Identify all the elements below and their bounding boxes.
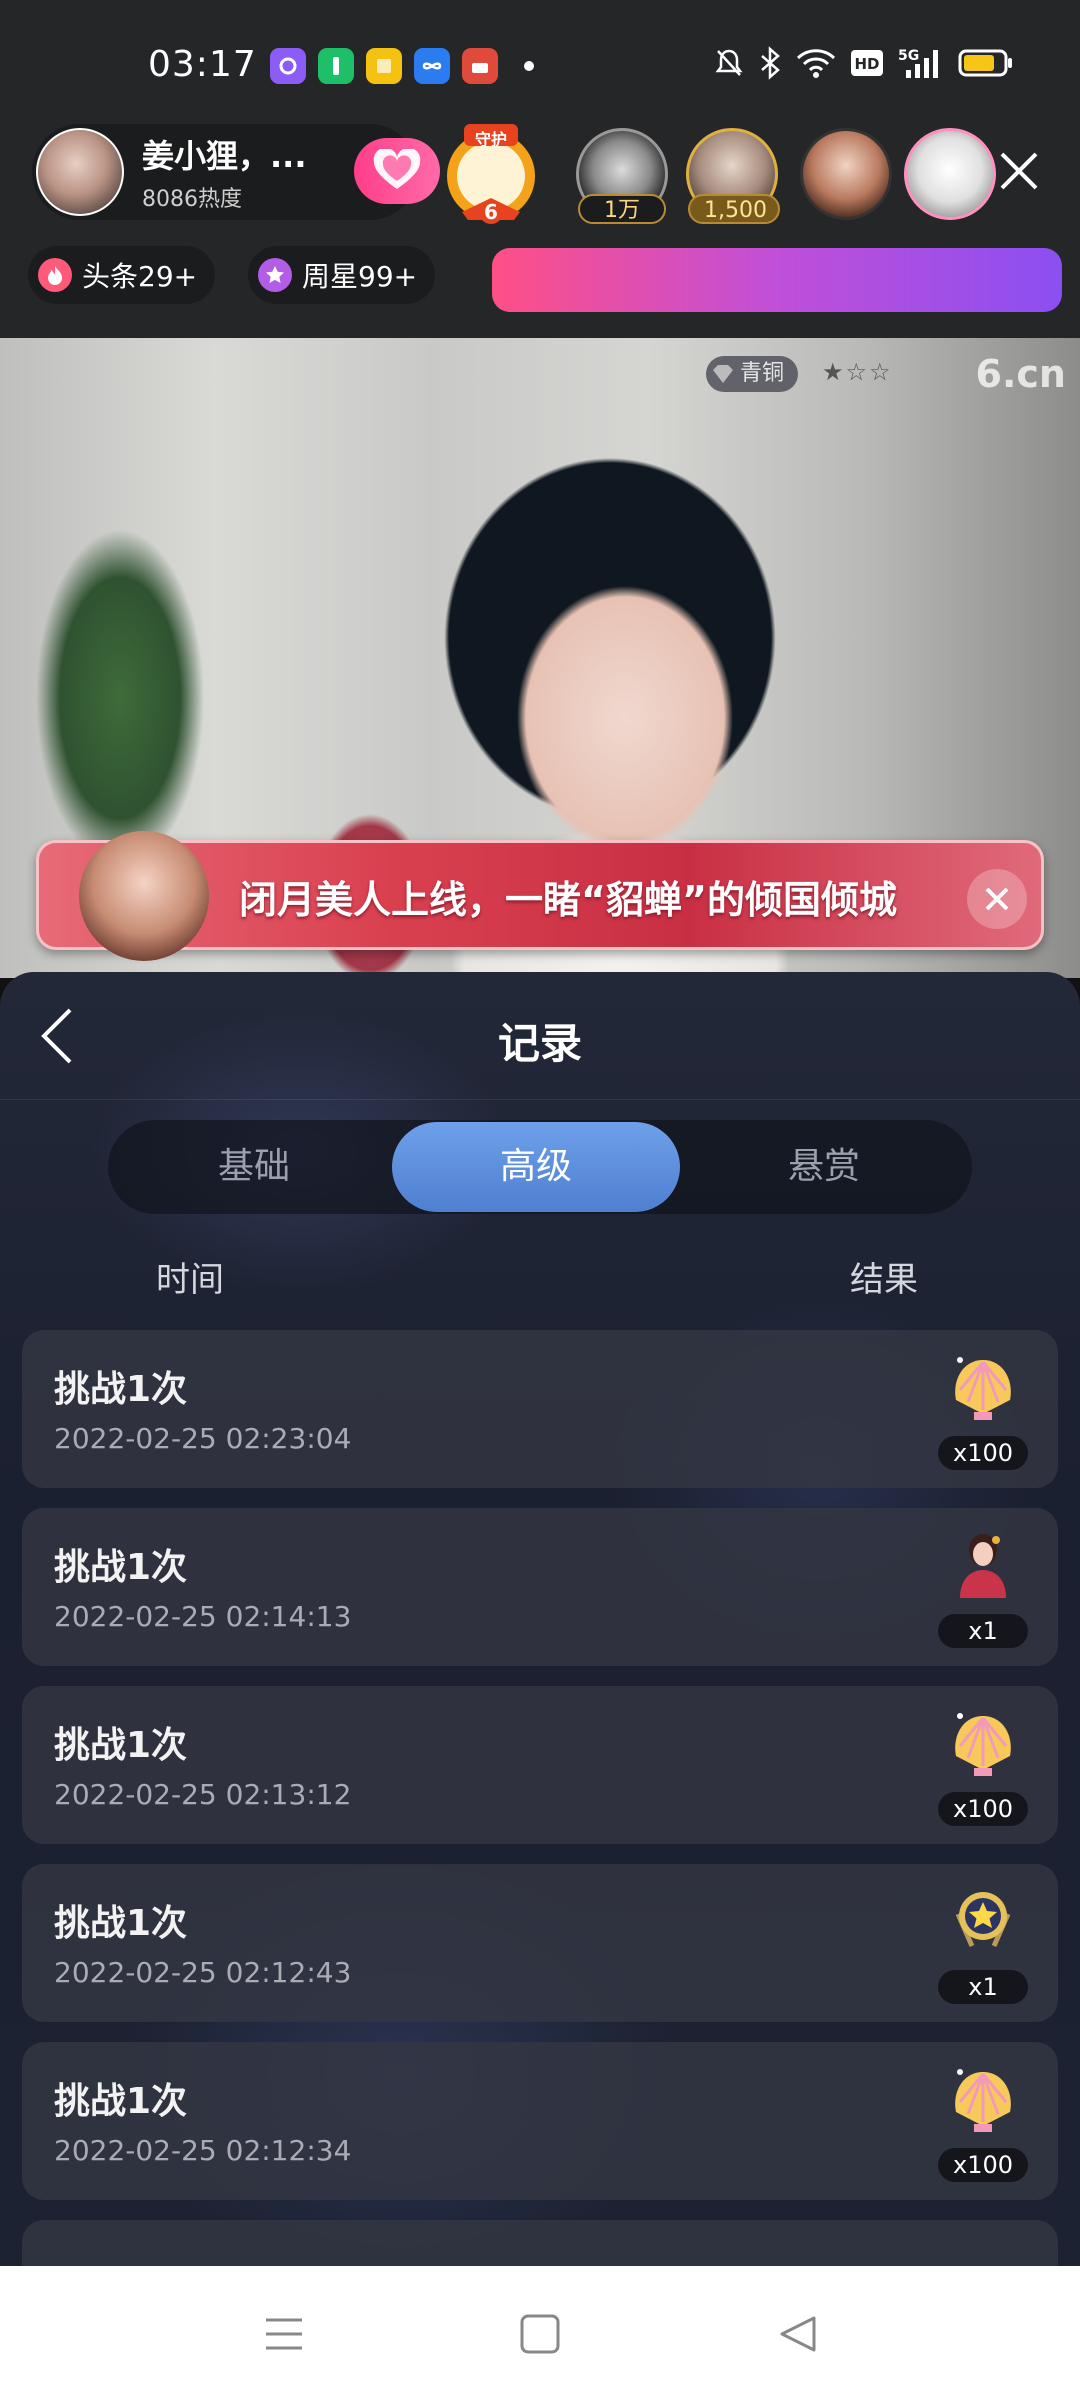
shell-icon	[955, 2069, 1011, 2132]
record-title: 挑战1次	[54, 1369, 188, 1410]
platform-watermark: 6.cn	[975, 352, 1066, 396]
viewer-avatar[interactable]	[800, 128, 892, 220]
diaochan-avatar-icon	[960, 1534, 1006, 1598]
reward-quantity: x1	[938, 1614, 1028, 1648]
shell-icon	[955, 1713, 1011, 1776]
status-time: 03:17	[148, 44, 257, 85]
system-nav-bar	[0, 2266, 1080, 2400]
record-title: 挑战1次	[54, 1903, 188, 1944]
host-info[interactable]: 姜小狸，... 8086热度	[32, 124, 440, 220]
rank-stars: ★☆☆	[822, 358, 893, 386]
headlines-label: 头条29+	[82, 260, 198, 293]
record-time: 2022-02-25 02:13:12	[54, 1778, 352, 1811]
host-text: 姜小狸，... 8086热度	[142, 131, 306, 213]
tab-bounty[interactable]: 悬赏	[680, 1122, 968, 1212]
close-icon	[985, 887, 1009, 911]
records-panel: 记录 基础 高级 悬赏 时间 结果 挑战1次 2022-02-25 02:23:…	[0, 972, 1080, 2266]
back-nav-icon[interactable]	[776, 2312, 820, 2356]
guard-label: 守护	[474, 130, 507, 149]
viewer-contribution-badge: 1,500	[688, 194, 780, 224]
host-avatar[interactable]	[36, 128, 124, 216]
weekly-star-label: 周星99+	[302, 260, 418, 293]
record-row	[22, 2220, 1058, 2266]
bluetooth-icon	[761, 46, 780, 80]
record-row: 挑战1次 2022-02-25 02:12:34 x100	[22, 2042, 1058, 2200]
host-heat: 8086热度	[142, 187, 242, 212]
column-header-time: 时间	[156, 1260, 224, 1300]
fire-icon	[38, 258, 72, 292]
rank-label: 青铜	[740, 361, 785, 386]
heart-icon	[373, 149, 421, 189]
menu-icon[interactable]	[262, 2312, 306, 2356]
promo-close-button[interactable]	[967, 869, 1027, 929]
record-title: 挑战1次	[54, 1547, 188, 1588]
record-row: 挑战1次 2022-02-25 02:23:04 x100	[22, 1330, 1058, 1488]
reward-quantity: x100	[938, 1436, 1028, 1470]
activity-banner[interactable]	[492, 248, 1062, 312]
promo-character-image	[79, 831, 209, 961]
close-icon[interactable]	[994, 146, 1044, 196]
promo-banner[interactable]: 闭月美人上线，一睹“貂蝉”的倾国倾城	[36, 831, 1044, 961]
home-icon[interactable]	[518, 2312, 562, 2356]
more-notifications-dot	[524, 61, 534, 71]
follow-button[interactable]	[354, 138, 440, 204]
tab-advanced[interactable]: 高级	[392, 1122, 680, 1212]
star-icon	[258, 258, 292, 292]
guard-count: 6	[484, 200, 498, 224]
record-row: 挑战1次 2022-02-25 02:12:43 x1	[22, 1864, 1058, 2022]
guard-badge[interactable]: 守护 6	[436, 116, 546, 226]
record-row: 挑战1次 2022-02-25 02:14:13 x1	[22, 1508, 1058, 1666]
record-tabs: 基础 高级 悬赏	[108, 1120, 972, 1214]
reward: x1	[938, 1528, 1028, 1648]
weekly-star-chip[interactable]: 周星99+	[248, 246, 436, 304]
live-header: 姜小狸，... 8086热度 守护 6 1万 1,500 头条29+ 周星99+	[0, 124, 1080, 338]
game-app-icon	[462, 48, 498, 84]
system-icons: HD 5G	[714, 46, 1014, 80]
live-room-screen: 03:17 HD 5G 姜小狸，... 8086热度 守护 6 1万 1,500…	[0, 0, 1080, 2400]
host-name: 姜小狸，...	[142, 137, 307, 175]
reward-quantity: x100	[938, 1792, 1028, 1826]
hd-icon: HD	[851, 50, 883, 76]
record-time: 2022-02-25 02:12:34	[54, 2134, 352, 2167]
column-header-result: 结果	[850, 1260, 918, 1300]
promo-text: 闭月美人上线，一睹“貂蝉”的倾国倾城	[239, 878, 897, 922]
wechat-icon	[318, 48, 354, 84]
svg-text:HD: HD	[854, 55, 879, 73]
panel-title: 记录	[497, 1019, 582, 1068]
reward-quantity: x1	[938, 1970, 1028, 2004]
notification-icons	[270, 48, 534, 84]
record-time: 2022-02-25 02:23:04	[54, 1422, 352, 1455]
diamond-icon	[713, 365, 733, 383]
svg-text:5G: 5G	[898, 48, 919, 64]
camera-app-icon	[270, 48, 306, 84]
record-time: 2022-02-25 02:14:13	[54, 1600, 352, 1633]
silent-icon	[715, 49, 743, 76]
headlines-chip[interactable]: 头条29+	[28, 246, 216, 304]
record-time: 2022-02-25 02:12:43	[54, 1956, 352, 1989]
notes-icon	[366, 48, 402, 84]
reward: x100	[938, 2062, 1028, 2182]
record-title: 挑战1次	[54, 1725, 188, 1766]
tab-basic[interactable]: 基础	[110, 1122, 398, 1212]
status-bar: 03:17 HD 5G	[0, 0, 1080, 124]
reward: x100	[938, 1350, 1028, 1470]
battery-icon	[958, 49, 1012, 77]
panel-header: 记录	[0, 972, 1080, 1100]
reward: x100	[938, 1706, 1028, 1826]
viewer-contribution-badge: 1万	[578, 194, 666, 224]
wifi-icon	[796, 49, 836, 78]
reward: x1	[938, 1884, 1028, 2004]
star-medal-icon	[955, 1892, 1011, 1948]
5g-signal-icon: 5G	[898, 48, 938, 78]
viewer-avatar[interactable]	[904, 128, 996, 220]
shell-icon	[955, 1357, 1011, 1420]
record-title: 挑战1次	[54, 2081, 188, 2122]
reward-quantity: x100	[938, 2148, 1028, 2182]
rank-badge: 青铜	[706, 356, 799, 392]
infinity-app-icon	[414, 48, 450, 84]
record-row: 挑战1次 2022-02-25 02:13:12 x100	[22, 1686, 1058, 1844]
